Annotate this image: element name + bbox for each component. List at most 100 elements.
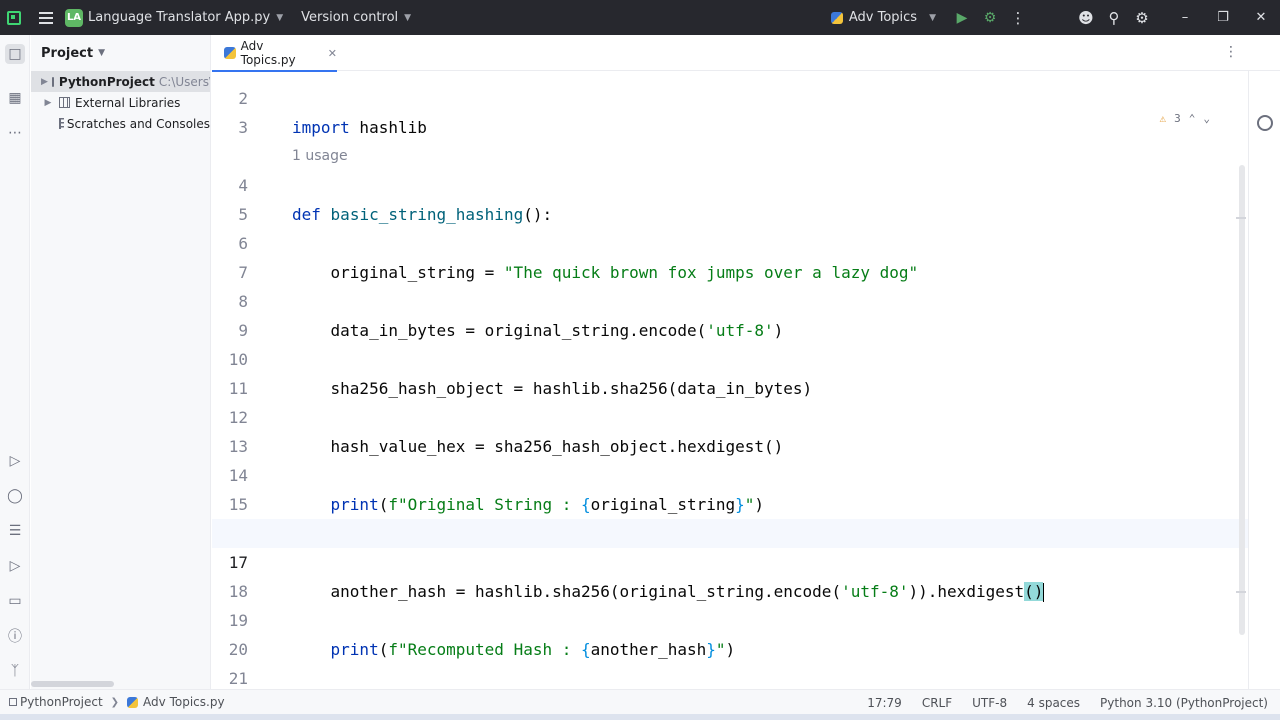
structure-icon[interactable]: ▦ [5, 88, 25, 108]
more-actions-icon[interactable]: ⋮ [1004, 4, 1032, 32]
code-line[interactable]: 12 hash_value_hex = sha256_hash_object.h… [212, 374, 1248, 456]
services-icon[interactable]: ▷ [5, 556, 25, 576]
chevron-right-icon[interactable]: ▶ [41, 98, 55, 108]
more-tools-icon[interactable]: ⋯ [5, 123, 25, 143]
code-line[interactable]: 7 [212, 229, 1248, 282]
python-file-icon [224, 47, 236, 59]
scrollbar-marker [1236, 217, 1246, 219]
chevron-down-icon: ▼ [929, 12, 936, 23]
git-branch-icon[interactable]: ᛉ [5, 661, 25, 681]
warning-count: 3 [1174, 112, 1181, 125]
terminal-icon[interactable]: ▭ [5, 591, 25, 611]
tree-item-label: Scratches and Consoles [66, 116, 210, 131]
code-line[interactable]: 10 sha256_hash_object = hashlib.sha256(d… [212, 316, 1248, 398]
tree-item-path: C:\Users\ [158, 74, 211, 89]
code-editor[interactable]: 2 import hashlib 3 1 usage 4 def basic_s… [212, 71, 1248, 689]
chevron-right-icon: ❯ [110, 696, 120, 708]
tree-item-scratches[interactable]: Scratches and Consoles [31, 113, 210, 134]
project-panel-header[interactable]: Project ▼ [31, 35, 210, 71]
code-line[interactable]: 21 basic_string_hashing() [212, 635, 1248, 688]
tree-item-label: External Libraries [75, 95, 181, 110]
project-folder-icon[interactable]: □ [5, 44, 25, 64]
title-bar: LA Language Translator App.py ▼ Version … [0, 0, 1280, 35]
caret-position[interactable]: 17:79 [867, 696, 902, 710]
editor-area: Adv Topics.py ✕ ⋮ 2 import hashlib 3 1 u… [212, 35, 1280, 689]
python-console-icon[interactable]: ◯ [5, 486, 25, 506]
chevron-down-icon[interactable]: ▼ [404, 13, 411, 23]
restore-window-icon[interactable]: ❐ [1204, 0, 1242, 35]
minimize-window-icon[interactable]: – [1166, 0, 1204, 35]
layers-icon[interactable]: ☰ [5, 521, 25, 541]
inspection-widget[interactable]: ⚠ 3 ⌃ ⌄ [1160, 112, 1211, 125]
scrollbar-marker [1236, 591, 1246, 593]
status-bar: PythonProject ❯ Adv Topics.py 17:79 CRLF… [0, 689, 1280, 714]
chevron-up-icon[interactable]: ⌃ [1189, 112, 1196, 125]
code-line[interactable]: 11 [212, 345, 1248, 398]
close-icon[interactable]: ✕ [328, 47, 337, 60]
status-info: 17:79 CRLF UTF-8 4 spaces Python 3.10 (P… [867, 690, 1268, 715]
version-control-menu[interactable]: Version control [301, 10, 398, 25]
project-badge[interactable]: LA [65, 8, 83, 27]
python-interpreter[interactable]: Python 3.10 (PythonProject) [1100, 696, 1268, 710]
code-line[interactable]: 19 print(f"Recomputed Hash : {another_ha… [212, 577, 1248, 659]
chevron-down-icon[interactable]: ▼ [98, 48, 105, 58]
taskbar-strip [0, 714, 1280, 720]
chevron-right-icon[interactable]: ▶ [41, 77, 48, 87]
code-line[interactable]: 8 data_in_bytes = original_string.encode… [212, 258, 1248, 340]
scratches-icon [59, 118, 64, 129]
python-file-icon [830, 11, 843, 24]
tab-options-icon[interactable]: ⋮ [1224, 44, 1238, 60]
file-encoding[interactable]: UTF-8 [972, 696, 1007, 710]
code-line[interactable]: 4 def basic_string_hashing(): [212, 142, 1248, 224]
code-line[interactable]: 16 [212, 490, 1248, 543]
code-line[interactable]: 14 print(f"Original String : {original_s… [212, 432, 1248, 514]
python-file-icon [127, 696, 139, 708]
code-line[interactable]: 13 [212, 403, 1248, 456]
chevron-down-icon[interactable]: ▼ [276, 13, 283, 23]
editor-vertical-scrollbar[interactable] [1239, 165, 1245, 635]
left-tool-strip: □ ▦ ⋯ ▷ ◯ ☰ ▷ ▭ ⓘ ᛉ [0, 35, 30, 689]
ai-assistant-icon[interactable] [1257, 115, 1273, 131]
library-icon [59, 97, 70, 108]
tab-label: Adv Topics.py [240, 39, 296, 67]
editor-tab-bar: Adv Topics.py ✕ ⋮ [212, 35, 1280, 72]
project-panel: Project ▼ ▶ PythonProject C:\Users\ ▶ Ex… [31, 35, 211, 689]
run-configuration-label: Adv Topics [848, 10, 918, 25]
debug-icon[interactable]: ⚙ [976, 4, 1004, 32]
code-line[interactable]: 15 print(f"SHA-256 Hash : {hash_value_he… [212, 461, 1248, 543]
code-line[interactable]: 20 [212, 606, 1248, 659]
code-line[interactable]: 6 original_string = "The quick brown fox… [212, 200, 1248, 282]
run-configuration-selector[interactable]: Adv Topics ▼ [830, 10, 936, 25]
code-line[interactable]: 3 [212, 84, 1248, 137]
run-icon[interactable]: ▶ [948, 4, 976, 32]
breadcrumb-project[interactable]: PythonProject [20, 695, 103, 709]
settings-gear-icon[interactable]: ⚙ [1128, 4, 1156, 32]
breadcrumb: PythonProject ❯ Adv Topics.py [9, 695, 225, 709]
code-line-current[interactable]: 17 another_hash = hashlib.sha256(origina… [212, 519, 1248, 602]
breadcrumb-file[interactable]: Adv Topics.py [143, 695, 225, 709]
project-name[interactable]: Language Translator App.py [88, 10, 270, 25]
line-separator[interactable]: CRLF [922, 696, 952, 710]
ide-logo-icon[interactable] [7, 10, 21, 25]
chevron-down-icon[interactable]: ⌄ [1203, 112, 1210, 125]
search-icon[interactable]: ⚲ [1100, 4, 1128, 32]
inlay-usage-hint[interactable]: 1 usage [212, 113, 1248, 164]
code-line[interactable]: 5 [212, 171, 1248, 224]
code-line[interactable]: 2 import hashlib [212, 71, 1248, 137]
project-panel-scrollbar[interactable] [31, 681, 114, 687]
run-tool-icon[interactable]: ▷ [5, 451, 25, 471]
tree-item-pythonproject[interactable]: ▶ PythonProject C:\Users\ [31, 71, 210, 92]
tab-adv-topics[interactable]: Adv Topics.py ✕ [212, 35, 337, 72]
tree-item-external-libraries[interactable]: ▶ External Libraries [31, 92, 210, 113]
problems-icon[interactable]: ⓘ [5, 626, 25, 646]
folder-icon [51, 76, 54, 87]
code-line[interactable]: 18 [212, 548, 1248, 601]
main-menu-icon[interactable] [39, 11, 53, 24]
tree-item-label: PythonProject [58, 74, 155, 89]
module-icon [9, 698, 17, 706]
add-user-icon[interactable]: ☻ [1072, 4, 1100, 32]
project-panel-title: Project [41, 45, 94, 61]
close-window-icon[interactable]: ✕ [1242, 0, 1280, 35]
indent-setting[interactable]: 4 spaces [1027, 696, 1080, 710]
code-line[interactable]: 9 [212, 287, 1248, 340]
